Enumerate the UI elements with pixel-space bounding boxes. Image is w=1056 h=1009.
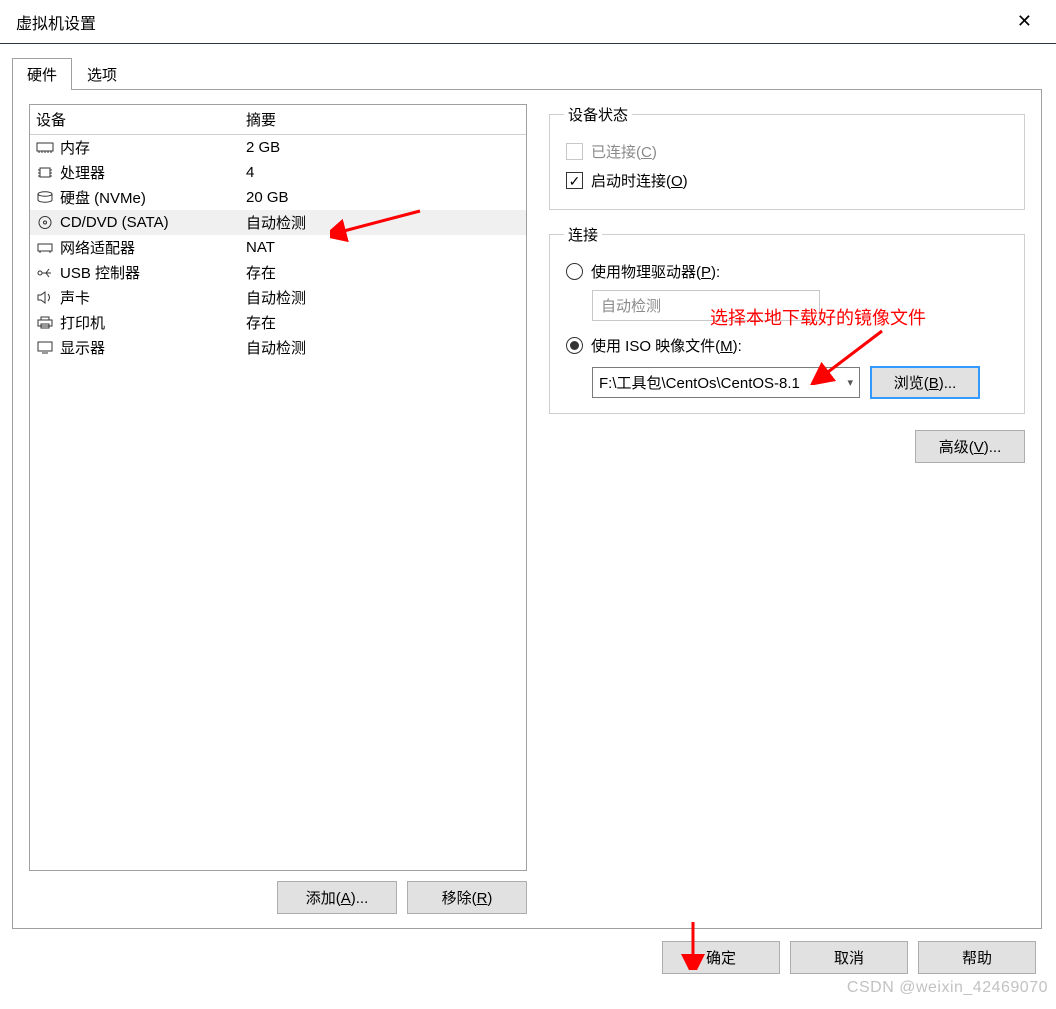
footer-buttons: 确定 取消 帮助 bbox=[12, 929, 1042, 980]
device-summary: 存在 bbox=[246, 262, 520, 283]
watermark: CSDN @weixin_42469070 bbox=[847, 979, 1048, 997]
tab-hardware[interactable]: 硬件 bbox=[12, 58, 72, 90]
iso-path-combo[interactable]: F:\工具包\CentOs\CentOS-8.1 ▾ bbox=[592, 367, 860, 398]
device-name: 显示器 bbox=[60, 337, 105, 358]
device-row-network[interactable]: 网络适配器 NAT bbox=[30, 235, 526, 260]
printer-icon bbox=[36, 315, 54, 330]
device-summary: NAT bbox=[246, 239, 520, 256]
add-button[interactable]: 添加(A)... bbox=[277, 881, 397, 914]
device-summary: 自动检测 bbox=[246, 287, 520, 308]
device-name: 打印机 bbox=[60, 312, 105, 333]
display-icon bbox=[36, 340, 54, 355]
usb-icon bbox=[36, 265, 54, 280]
device-name: 内存 bbox=[60, 137, 90, 158]
device-summary: 存在 bbox=[246, 312, 520, 333]
use-iso-radio[interactable]: 使用 ISO 映像文件(M): bbox=[564, 331, 1010, 360]
device-name: 网络适配器 bbox=[60, 237, 135, 258]
tab-strip: 硬件 选项 bbox=[12, 58, 1042, 90]
cpu-icon bbox=[36, 165, 54, 180]
physical-drive-combo: 自动检测 bbox=[592, 290, 820, 321]
header-summary: 摘要 bbox=[246, 109, 276, 130]
connected-checkbox: 已连接(C) bbox=[564, 137, 1010, 166]
radio-checked-icon bbox=[566, 337, 583, 354]
device-row-usb[interactable]: USB 控制器 存在 bbox=[30, 260, 526, 285]
close-icon[interactable]: ✕ bbox=[1009, 7, 1040, 36]
connection-group: 连接 使用物理驱动器(P): 自动检测 使用 ISO 映像文件(M): bbox=[549, 224, 1025, 414]
device-summary: 自动检测 bbox=[246, 212, 520, 233]
sound-icon bbox=[36, 290, 54, 305]
device-summary: 自动检测 bbox=[246, 337, 520, 358]
header-device: 设备 bbox=[36, 109, 246, 130]
iso-path-value: F:\工具包\CentOs\CentOS-8.1 bbox=[599, 372, 800, 393]
device-list-header: 设备 摘要 bbox=[30, 105, 526, 135]
connection-legend: 连接 bbox=[564, 224, 602, 245]
device-summary: 4 bbox=[246, 164, 520, 181]
help-button[interactable]: 帮助 bbox=[918, 941, 1036, 974]
network-icon bbox=[36, 240, 54, 255]
device-row-printer[interactable]: 打印机 存在 bbox=[30, 310, 526, 335]
checkbox-icon bbox=[566, 143, 583, 160]
window-title: 虚拟机设置 bbox=[16, 10, 96, 34]
device-row-disk[interactable]: 硬盘 (NVMe) 20 GB bbox=[30, 185, 526, 210]
chevron-down-icon: ▾ bbox=[847, 376, 853, 389]
device-row-memory[interactable]: 内存 2 GB bbox=[30, 135, 526, 160]
ok-button[interactable]: 确定 bbox=[662, 941, 780, 974]
device-state-legend: 设备状态 bbox=[564, 104, 632, 125]
device-summary: 20 GB bbox=[246, 189, 520, 206]
device-name: 声卡 bbox=[60, 287, 90, 308]
device-row-cpu[interactable]: 处理器 4 bbox=[30, 160, 526, 185]
device-row-sound[interactable]: 声卡 自动检测 bbox=[30, 285, 526, 310]
connect-at-poweron-checkbox[interactable]: ✓ 启动时连接(O) bbox=[564, 166, 1010, 195]
cancel-button[interactable]: 取消 bbox=[790, 941, 908, 974]
browse-button[interactable]: 浏览(B)... bbox=[870, 366, 980, 399]
disk-icon bbox=[36, 190, 54, 205]
checkbox-checked-icon: ✓ bbox=[566, 172, 583, 189]
disc-icon bbox=[36, 215, 54, 230]
device-row-display[interactable]: 显示器 自动检测 bbox=[30, 335, 526, 360]
device-name: 处理器 bbox=[60, 162, 105, 183]
device-state-group: 设备状态 已连接(C) ✓ 启动时连接(O) bbox=[549, 104, 1025, 210]
device-name: 硬盘 (NVMe) bbox=[60, 187, 146, 208]
tab-options[interactable]: 选项 bbox=[72, 58, 132, 90]
device-summary: 2 GB bbox=[246, 139, 520, 156]
advanced-button[interactable]: 高级(V)... bbox=[915, 430, 1025, 463]
device-row-cddvd[interactable]: CD/DVD (SATA) 自动检测 bbox=[30, 210, 526, 235]
use-physical-radio[interactable]: 使用物理驱动器(P): bbox=[564, 257, 1010, 286]
device-name: USB 控制器 bbox=[60, 262, 140, 283]
radio-icon bbox=[566, 263, 583, 280]
device-name: CD/DVD (SATA) bbox=[60, 214, 169, 231]
memory-icon bbox=[36, 140, 54, 155]
remove-button[interactable]: 移除(R) bbox=[407, 881, 527, 914]
device-list: 设备 摘要 内存 2 GB bbox=[29, 104, 527, 871]
